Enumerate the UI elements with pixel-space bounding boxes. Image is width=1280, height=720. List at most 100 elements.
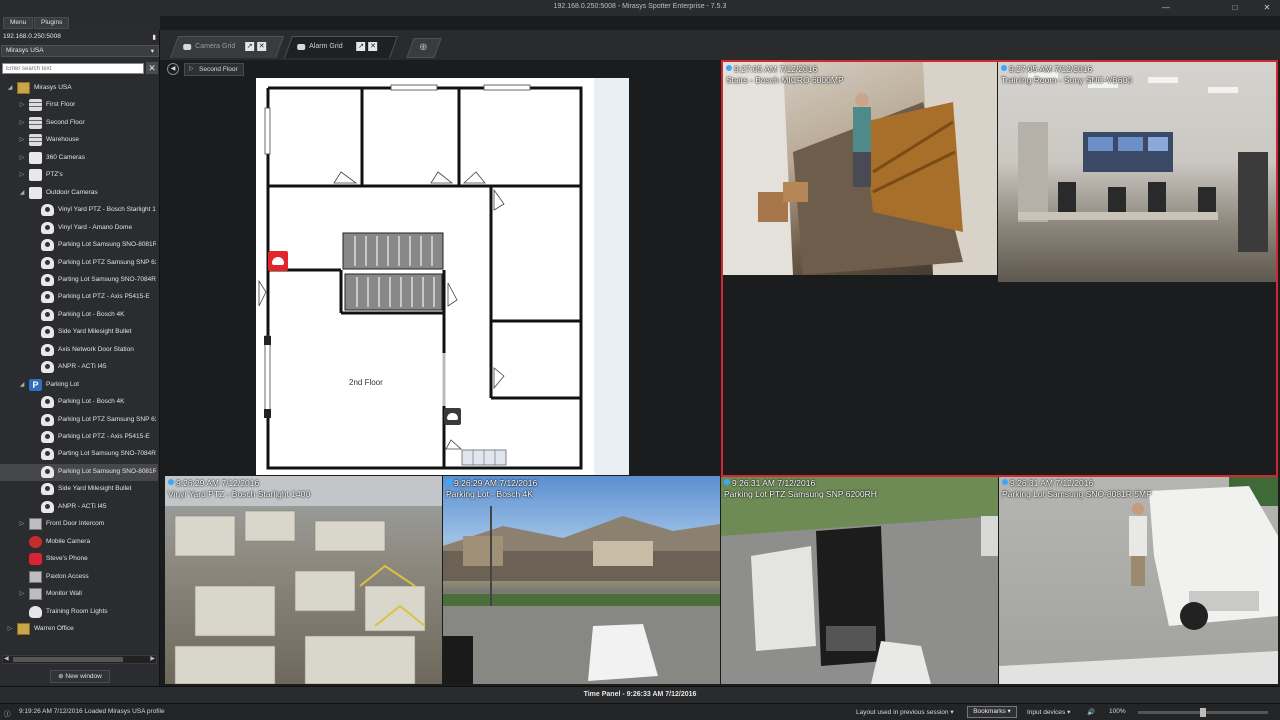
bullet-camera-icon (41, 326, 54, 339)
collapse-icon[interactable]: ◢ (18, 189, 26, 196)
close-tab-icon[interactable]: ✕ (368, 42, 378, 51)
map-breadcrumb[interactable]: ▷ Second Floor (184, 63, 244, 76)
video-tile-parking-lot-5mp[interactable]: 9:26:31 AM 7/12/2016 Parking Lot Samsung … (999, 476, 1278, 684)
tree-item-label: Parking Lot PTZ - Axis P5415-E (58, 293, 150, 301)
video-tile-parking-lot-4k[interactable]: 9:26:29 AM 7/12/2016 Parking Lot - Bosch … (443, 476, 720, 684)
tree-item-label: Side Yard Milesight Bullet (58, 485, 132, 493)
dome-camera-icon[interactable] (444, 408, 461, 425)
tree-item[interactable]: ▷ First Floor (0, 97, 158, 114)
tree-item[interactable]: Axis Network Door Station (0, 342, 158, 359)
video-tile-vinyl-yard[interactable]: 9:26:29 AM 7/12/2016 Vinyl Yard PTZ - Bos… (165, 476, 442, 684)
floor-plan-map[interactable]: 2nd Floor (256, 78, 629, 475)
chevron-down-icon: ▾ (1007, 708, 1011, 715)
minimize-icon[interactable]: — (1160, 2, 1172, 14)
tree-item-label: Parking Lot (46, 380, 79, 388)
tree-item[interactable]: ◢ Mirasys USA (0, 80, 158, 97)
tree-item-label: ANPR - ACTi I45 (58, 363, 107, 371)
detach-icon[interactable]: ↗ (356, 42, 366, 51)
tile-timestamp: 9:26:31 AM 7/12/2016 (732, 478, 816, 488)
expand-icon[interactable]: ▷ (6, 625, 14, 632)
tree-item[interactable]: ▷ Front Door Intercom (0, 516, 158, 533)
collapse-icon[interactable]: ◢ (6, 84, 14, 91)
tab-camera-grid[interactable]: Camera Grid ↗ ✕ (169, 36, 285, 58)
close-tab-icon[interactable]: ✕ (257, 42, 267, 51)
tree-item[interactable]: Parking Lot - Bosch 4K (0, 307, 158, 324)
scrollbar-thumb[interactable] (13, 657, 123, 662)
close-icon[interactable]: ✕ (1261, 2, 1273, 14)
scroll-right-icon[interactable]: ▶ (150, 655, 155, 662)
detach-icon[interactable]: ↗ (245, 42, 255, 51)
expand-icon[interactable]: ▷ (18, 154, 26, 161)
clear-search-icon[interactable]: ✕ (146, 62, 158, 74)
expand-icon[interactable]: ▷ (18, 101, 26, 108)
restore-icon[interactable]: □ (1229, 2, 1241, 14)
tree-item[interactable]: ▷ 360 Cameras (0, 150, 158, 167)
tree-item[interactable]: Parking Lot Samsung SNO-8081R 5MP (0, 463, 158, 481)
collapse-icon[interactable]: ◢ (18, 381, 26, 388)
add-tab-button[interactable]: ⊕ (406, 38, 442, 58)
expand-icon[interactable]: ▷ (18, 520, 26, 527)
tab-alarm-grid[interactable]: Alarm Grid ↗ ✕ (283, 36, 399, 58)
expand-icon[interactable]: ▷ (18, 119, 26, 126)
layout-dropdown[interactable]: Layout used in previous session ▾ (856, 708, 954, 716)
tree-item[interactable]: Parting Lot Samsung SNO-7084R (0, 272, 158, 289)
tree-item[interactable]: ▷ Monitor Wall (0, 586, 158, 603)
tree-item[interactable]: Parking Lot PTZ - Axis P5415-E (0, 289, 158, 306)
app-window: 192.168.0.250:5008 - Mirasys Spotter Ent… (0, 0, 1280, 720)
tree-item[interactable]: ▷ PTZ's (0, 167, 158, 184)
camera-group-icon (29, 186, 42, 199)
chevron-down-icon: ▾ (150, 48, 154, 55)
tree-item[interactable]: Parking Lot - Bosch 4K (0, 394, 158, 411)
tree-item[interactable]: Side Yard Milesight Bullet (0, 324, 158, 341)
tree-item-label: Training Room Lights (46, 607, 108, 615)
zoom-slider[interactable] (1138, 708, 1268, 717)
tree-item[interactable]: ◢ Outdoor Cameras (0, 185, 158, 202)
search-input[interactable] (2, 63, 144, 74)
alarm-camera-icon[interactable] (268, 251, 288, 271)
tree-item[interactable]: Paxton Access (0, 569, 158, 586)
tree-item[interactable]: ▷ Warehouse (0, 132, 158, 149)
tree-item-label: Side Yard Milesight Bullet (58, 328, 132, 336)
tree-item-label: Warehouse (46, 136, 79, 144)
expand-icon[interactable]: ▷ (18, 171, 26, 178)
input-devices-dropdown[interactable]: Input devices ▾ (1027, 708, 1070, 716)
tree-item[interactable]: Parting Lot Samsung SNO-7084R (0, 446, 158, 463)
menu-button[interactable]: Menu (3, 17, 34, 29)
tree-item[interactable]: Vinyl Yard - Amano Dome (0, 220, 158, 237)
tree-item[interactable]: Training Room Lights (0, 604, 158, 621)
tree-item[interactable]: Parking Lot Samsung SNO-8081R 5MP (0, 237, 158, 254)
tree-item[interactable]: ANPR - ACTi I45 (0, 359, 158, 376)
tree-item-label: Paxton Access (46, 572, 89, 580)
tree-item-label: Mirasys USA (34, 84, 72, 91)
plugins-button[interactable]: Plugins (34, 17, 70, 29)
tree-item[interactable]: Parking Lot PTZ Samsung SNP 6200RH (0, 412, 158, 429)
back-icon[interactable]: ◀ (167, 63, 179, 75)
sidebar-scrollbar[interactable]: ◀ ▶ (2, 655, 157, 664)
video-tile-parking-lot-ptz[interactable]: 9:26:31 AM 7/12/2016 Parking Lot PTZ Sams… (721, 476, 998, 684)
zoom-slider-knob[interactable] (1200, 708, 1206, 717)
expand-icon[interactable]: ▷ (18, 136, 26, 143)
tree-item[interactable]: Parking Lot PTZ Samsung SNP 6200RH (0, 255, 158, 272)
dome-camera-icon (41, 273, 54, 286)
site-select[interactable]: Mirasys USA ▾ (1, 45, 159, 57)
tree-item[interactable]: ANPR - ACTi I45 (0, 499, 158, 516)
tree-item[interactable]: Vinyl Yard PTZ - Bosch Starlight 1400 (0, 202, 158, 219)
volume-icon[interactable]: 🔊 (1087, 708, 1095, 716)
tree-item[interactable]: ▷ Second Floor (0, 115, 158, 132)
pin-icon[interactable]: ▮ (152, 33, 156, 41)
tree-item[interactable]: ◢ P Parking Lot (0, 377, 158, 394)
expand-icon[interactable]: ▷ (18, 590, 26, 597)
new-window-button[interactable]: ⊕ New window (50, 670, 110, 683)
access-control-icon (29, 570, 42, 583)
time-panel[interactable]: Time Panel - 9:26:33 AM 7/12/2016 (0, 686, 1280, 703)
scroll-left-icon[interactable]: ◀ (4, 655, 9, 662)
tree-item[interactable]: Mobile Camera (0, 534, 158, 551)
tree-item[interactable]: Side Yard Milesight Bullet (0, 481, 158, 498)
tree-item[interactable]: Parking Lot PTZ - Axis P5415-E (0, 429, 158, 446)
bookmarks-button[interactable]: Bookmarks ▾ (967, 706, 1017, 718)
tile-timestamp: 9:26:29 AM 7/12/2016 (454, 478, 538, 488)
info-icon: ⓘ (4, 711, 11, 718)
live-indicator-icon (168, 479, 174, 485)
tree-item[interactable]: ▷ Warren Office (0, 621, 158, 638)
tree-item[interactable]: Steve's Phone (0, 551, 158, 568)
